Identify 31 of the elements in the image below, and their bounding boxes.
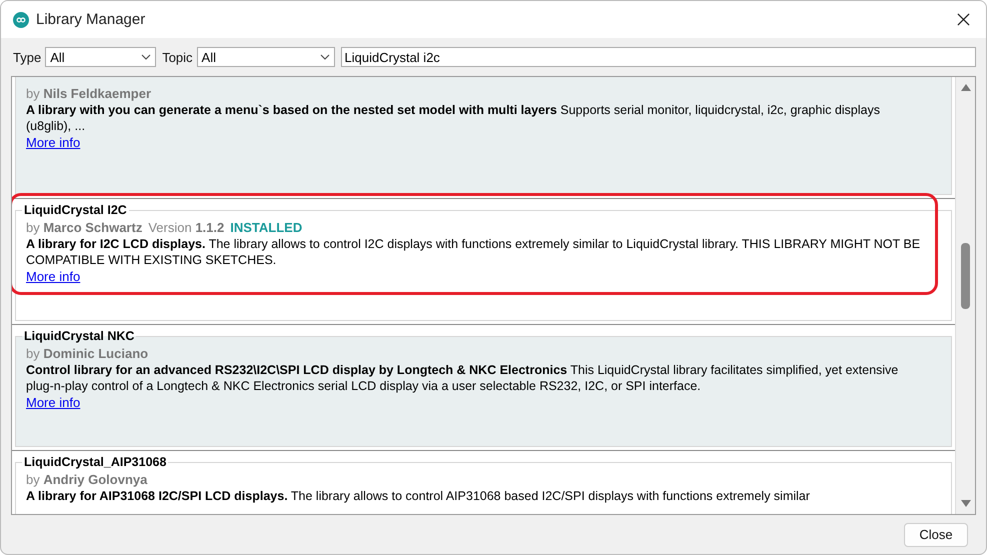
version-text: Version 1.1.2 (148, 219, 224, 236)
infinity-logo-icon (13, 12, 29, 28)
author-text: by Nils Feldkaemper (26, 85, 151, 102)
library-description: A library for I2C LCD displays. The library allows to control I2C displays with functions extremely similar to LiquidCrystal library. THIS LIBRARY MIGHT NOT BE COMPATIBLE WITH EXISTING SKETCHES. (26, 236, 922, 268)
type-dropdown[interactable]: All (45, 47, 156, 67)
topic-dropdown[interactable]: All (196, 47, 335, 67)
installed-status: INSTALLED (230, 219, 302, 236)
author-text: by Andriy Golovnya (26, 471, 148, 488)
scroll-up-icon[interactable] (960, 83, 970, 91)
chevron-down-icon[interactable] (141, 54, 152, 60)
author-text: by Dominic Luciano (26, 345, 148, 362)
library-title: LiquidCrystal I2C (23, 203, 128, 217)
more-info-link[interactable]: More info (26, 135, 80, 150)
library-description: Control library for an advanced RS232\I2C\SPI LCD display by Longtech & NKC Electronics This LiquidCrystal library facilitates simplified, yet extensive plug-n-play control of a Longtech & NKC Electronics serial LCD display via a user selectable RS232, I2C, or SPI interface. (26, 362, 900, 394)
scrollbar[interactable] (955, 77, 975, 514)
close-button[interactable]: Close (904, 522, 968, 546)
more-info-link[interactable]: More info (26, 395, 80, 410)
scroll-down-icon[interactable] (960, 500, 970, 508)
library-description: A library for AIP31068 I2C/SPI LCD displays. The library allows to control AIP31068 based I2C/SPI displays with functions extremely similar (26, 488, 811, 504)
library-title: LiquidCrystal_AIP31068 (23, 455, 168, 469)
type-label: Type (13, 50, 42, 64)
scroll-thumb[interactable] (961, 243, 970, 309)
search-field[interactable]: LiquidCrystal i2c (340, 47, 976, 67)
chevron-down-icon[interactable] (320, 54, 330, 60)
topic-label: Topic (162, 50, 193, 64)
window-title: Library Manager (36, 11, 146, 28)
library-title: LiquidCrystal NKC (23, 329, 136, 343)
close-icon[interactable] (957, 13, 970, 26)
more-info-link[interactable]: More info (26, 269, 80, 284)
author-text: by Marco Schwartz (26, 219, 142, 236)
library-description: A library with you can generate a menu`s based on the nested set model with multi layers Supports serial monitor, liquidcrystal, i2c, graphic displays (u8glib), ... (26, 102, 881, 134)
